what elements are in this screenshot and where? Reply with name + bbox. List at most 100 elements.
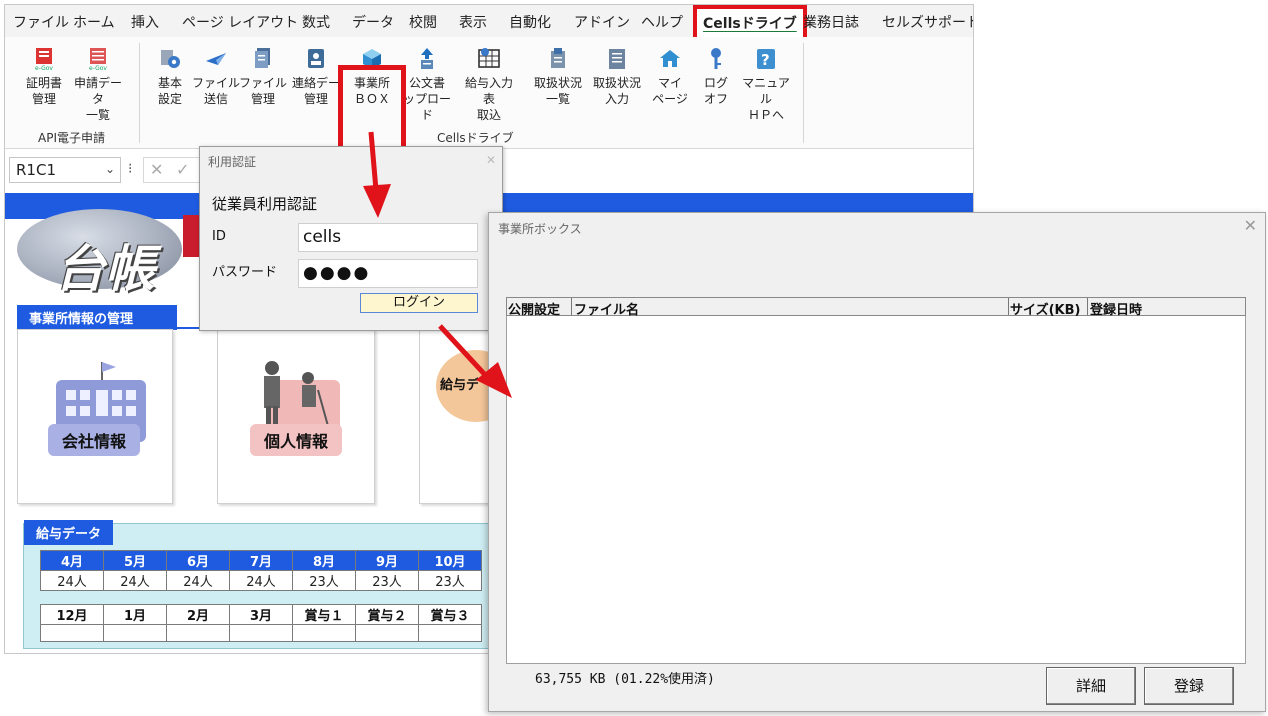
formula-buttons: ✕ ✓ <box>143 157 203 183</box>
menu-review[interactable]: 校閲 <box>409 12 437 32</box>
file-list-header: 公開設定 ファイル名 サイズ(KB) 登録日時 <box>506 297 1246 318</box>
application-data-list-button[interactable]: e-Gov 申請データ 一覧 <box>69 47 127 123</box>
month-header-row: 12月 1月 2月 3月 賞与１ 賞与２ 賞与３ <box>40 604 482 625</box>
detail-button[interactable]: 詳細 <box>1046 667 1136 705</box>
menu-insert[interactable]: 挿入 <box>131 12 159 32</box>
more-options-icon[interactable]: ⁝ <box>128 161 132 177</box>
menu-page-layout[interactable]: ページ レイアウト <box>182 12 298 32</box>
column-separator <box>571 298 572 315</box>
menu-data[interactable]: データ <box>352 12 394 32</box>
month-cell[interactable]: 10月 <box>418 550 482 571</box>
company-info-card[interactable]: 会社情報 <box>17 329 173 504</box>
file-management-label-2: 管理 <box>250 92 275 106</box>
month-cell[interactable]: 9月 <box>355 550 419 571</box>
id-field[interactable]: cells <box>298 223 478 252</box>
month-cell[interactable]: 6月 <box>166 550 230 571</box>
empty-cell <box>355 624 419 642</box>
personal-info-card[interactable]: 個人情報 <box>217 329 375 504</box>
certificate-management-button[interactable]: e-Gov 証明書 管理 <box>15 47 73 107</box>
office-box-dialog: 事業所ボックス ✕ 公開設定 ファイル名 サイズ(KB) 登録日時 63,755… <box>488 212 1266 712</box>
register-button[interactable]: 登録 <box>1144 667 1234 705</box>
menu-work-diary[interactable]: 業務日誌 <box>803 12 859 32</box>
menu-addins[interactable]: アドイン <box>574 12 630 32</box>
headcount-cell: 24人 <box>166 570 230 591</box>
salary-input-import-button[interactable]: 給与入力表 取込 <box>460 47 518 123</box>
ribbon-separator <box>139 43 140 143</box>
manual-homepage-label-1: マニュアル <box>742 76 790 106</box>
storage-usage: 63,755 KB (01.22%使用済) <box>535 672 715 687</box>
menu-formulas[interactable]: 数式 <box>302 12 330 32</box>
home-icon <box>659 47 681 71</box>
status-input-icon <box>606 47 628 71</box>
handling-status-list-label-2: 一覧 <box>545 92 570 106</box>
svg-text:?: ? <box>761 51 770 69</box>
contact-data-management-button[interactable]: 連絡デー 管理 <box>287 47 345 107</box>
salary-data-title: 給与データ <box>24 520 114 545</box>
menu-file[interactable]: ファイル <box>13 12 69 32</box>
contact-icon <box>305 47 327 71</box>
headcount-cell: 23人 <box>355 570 419 591</box>
close-icon[interactable]: ✕ <box>482 151 500 169</box>
enter-icon[interactable]: ✓ <box>176 160 189 179</box>
personal-info-label: 個人情報 <box>250 424 343 456</box>
handling-status-input-button[interactable]: 取扱状況 入力 <box>588 47 646 107</box>
bonus-cell[interactable]: 賞与１ <box>292 604 356 625</box>
month-cell[interactable]: 8月 <box>292 550 356 571</box>
send-icon <box>205 47 227 71</box>
bonus-cell[interactable]: 賞与２ <box>355 604 419 625</box>
month-cell[interactable]: 4月 <box>40 550 104 571</box>
login-button[interactable]: ログイン <box>360 293 478 313</box>
name-box[interactable]: R1C1 ⌄ <box>9 157 121 183</box>
id-label: ID <box>212 229 226 244</box>
month-cell[interactable]: 12月 <box>40 604 104 625</box>
menu-help[interactable]: ヘルプ <box>641 12 683 32</box>
menu-cells-drive[interactable]: Cellsドライブ <box>693 5 807 41</box>
manual-homepage-label-2: ＨＰへ <box>747 108 784 122</box>
column-separator <box>1087 298 1088 315</box>
headcount-cell: 23人 <box>418 570 482 591</box>
menu-automate[interactable]: 自動化 <box>509 12 551 32</box>
menu-view[interactable]: 表示 <box>459 12 487 32</box>
cancel-icon[interactable]: ✕ <box>150 160 163 179</box>
bonus-cell[interactable]: 賞与３ <box>418 604 482 625</box>
month-cell[interactable]: 7月 <box>229 550 293 571</box>
upload-icon <box>416 47 438 71</box>
office-box-dialog-title: 事業所ボックス <box>498 222 582 236</box>
headcount-cell: 24人 <box>103 570 167 591</box>
auth-dialog-title: 利用認証 <box>208 155 257 169</box>
company-info-label: 会社情報 <box>48 424 141 456</box>
headcount-cell: 24人 <box>229 570 293 591</box>
certificate-icon: e-Gov <box>33 47 55 72</box>
ledger-logo: 台帳 <box>17 209 182 298</box>
menu-cells-support[interactable]: セルズサポート <box>882 12 973 32</box>
file-management-label-1: ファイル <box>238 76 287 90</box>
empty-cell <box>103 624 167 642</box>
application-list-icon: e-Gov <box>87 47 109 72</box>
chevron-down-icon[interactable]: ⌄ <box>105 162 115 176</box>
password-field[interactable]: ●●●● <box>298 259 478 288</box>
month-cell[interactable]: 2月 <box>166 604 230 625</box>
empty-cell <box>229 624 293 642</box>
handling-status-list-label-1: 取扱状況 <box>533 76 582 90</box>
handling-status-input-label-2: 入力 <box>604 92 629 106</box>
menu-home[interactable]: ホーム <box>73 12 115 32</box>
manual-homepage-button[interactable]: ? マニュアル ＨＰへ <box>737 47 795 123</box>
auth-heading: 従業員利用認証 <box>212 195 318 213</box>
file-management-button[interactable]: ファイル 管理 <box>234 47 292 107</box>
month-header-row: 4月 5月 6月 7月 8月 9月 10月 <box>40 550 482 571</box>
month-cell[interactable]: 5月 <box>103 550 167 571</box>
month-cell[interactable]: 3月 <box>229 604 293 625</box>
ledger-logo-text: 台帳 <box>55 239 155 298</box>
contact-data-management-label-2: 管理 <box>303 92 328 106</box>
close-icon[interactable]: ✕ <box>1244 216 1257 235</box>
headcount-cell: 23人 <box>292 570 356 591</box>
empty-cell <box>40 624 104 642</box>
headcount-cell: 24人 <box>40 570 104 591</box>
file-list[interactable] <box>506 316 1246 664</box>
certificate-management-label-1: 証明書 <box>25 76 62 90</box>
month-cell[interactable]: 1月 <box>103 604 167 625</box>
salary-data-panel: 給与データ 4月 5月 6月 7月 8月 9月 10月 24人 24人 24人 … <box>23 520 493 649</box>
handling-status-list-button[interactable]: 取扱状況 一覧 <box>529 47 587 107</box>
application-data-list-label-2: 一覧 <box>85 108 110 122</box>
official-document-upload-button[interactable]: 公文書 ップロード <box>398 47 456 123</box>
